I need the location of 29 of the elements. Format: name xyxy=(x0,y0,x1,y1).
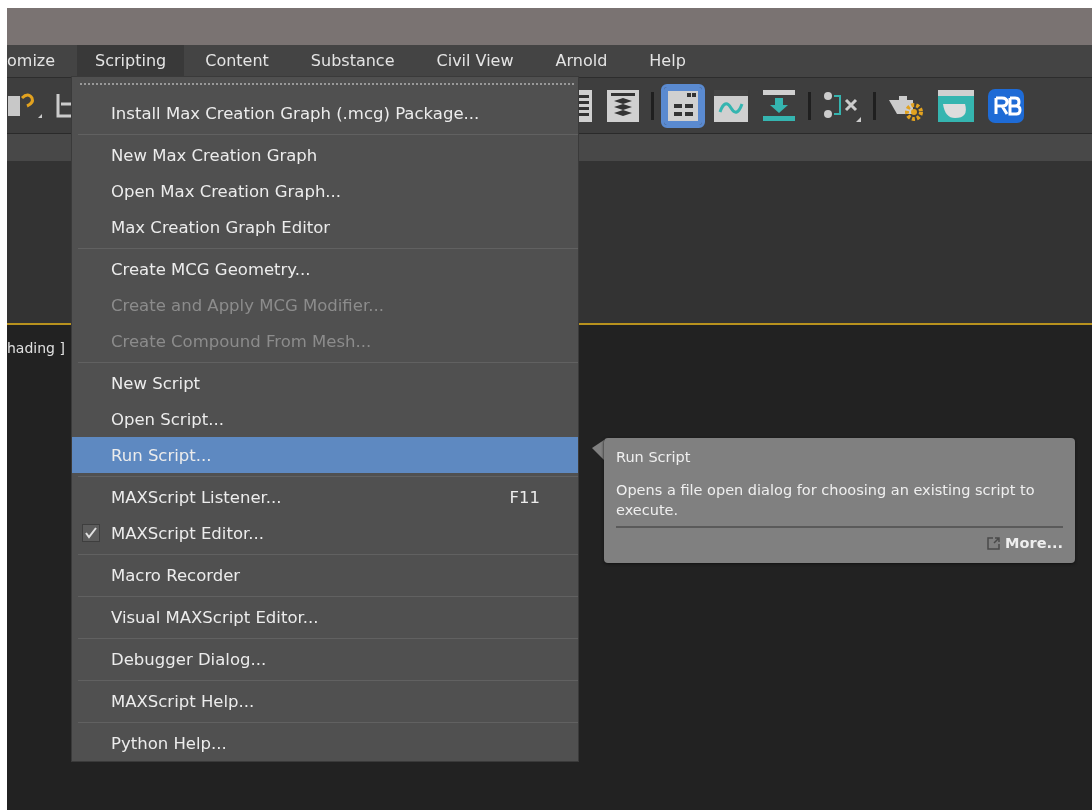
menu-item[interactable]: Macro Recorder xyxy=(72,557,578,593)
menu-item[interactable]: MAXScript Help... xyxy=(72,683,578,719)
viewport-label[interactable]: hading ] xyxy=(7,340,65,356)
menu-item[interactable]: Debugger Dialog... xyxy=(72,641,578,677)
menu-grip[interactable] xyxy=(80,83,574,88)
menu-bar-item[interactable]: Content xyxy=(184,45,290,77)
menu-item[interactable]: Max Creation Graph Editor xyxy=(72,209,578,245)
menu-bar-item[interactable]: omize xyxy=(7,45,78,77)
menu-bar-item[interactable]: Scripting xyxy=(77,45,185,77)
menu-bar-item[interactable]: Civil View xyxy=(415,45,535,77)
menu-item[interactable]: Visual MAXScript Editor... xyxy=(72,599,578,635)
tooltip-title: Run Script xyxy=(616,448,692,467)
menu-item[interactable]: MAXScript Editor... xyxy=(72,515,578,551)
menu-bar-item[interactable]: Help xyxy=(628,45,707,77)
panels-icon[interactable] xyxy=(664,86,702,125)
menu-item[interactable]: Python Help... xyxy=(72,725,578,761)
rb-icon[interactable] xyxy=(986,86,1026,125)
menu-bar-item[interactable]: Arnold xyxy=(534,45,629,77)
shortcut-label: F11 xyxy=(509,487,540,507)
menu-item[interactable]: Install Max Creation Graph (.mcg) Package... xyxy=(72,95,578,131)
menu-bar-item[interactable]: Substance xyxy=(289,45,416,77)
menu-item[interactable]: New Script xyxy=(72,365,578,401)
menu-item[interactable]: New Max Creation Graph xyxy=(72,137,578,173)
menu-item[interactable]: Open Script... xyxy=(72,401,578,437)
menu-item[interactable]: Create MCG Geometry... xyxy=(72,251,578,287)
menu-item[interactable]: MAXScript Listener... F11 xyxy=(72,479,578,515)
menu-item[interactable]: Open Max Creation Graph... xyxy=(72,173,578,209)
tooltip-description: Opens a file open dialog for choosing an existing script to execute. xyxy=(616,481,1036,520)
external-link-icon xyxy=(986,535,1002,551)
